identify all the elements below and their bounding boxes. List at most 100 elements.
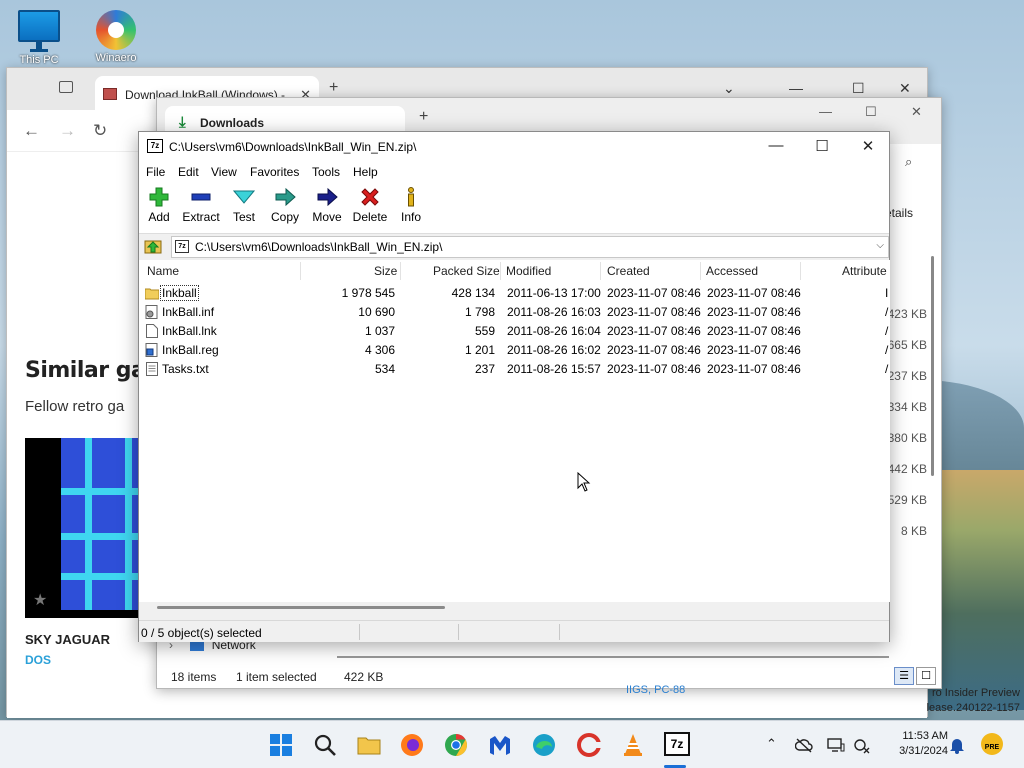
game-title[interactable]: SKY JAGUAR [25,632,110,647]
cloud-offline-icon[interactable] [795,737,813,753]
column-name[interactable]: Name [147,264,179,278]
chevron-down-icon[interactable]: ⌄ [723,80,735,97]
column-accessed[interactable]: Accessed [706,264,758,278]
new-tab-button[interactable]: + [329,79,338,97]
table-row[interactable]: InkBall.lnk 1 037 559 2011-08-26 16:04 2… [139,322,890,341]
move-arrow-icon [305,186,349,208]
column-modified[interactable]: Modified [506,264,551,278]
chrome-icon[interactable] [444,733,468,757]
file-modified: 2011-08-26 15:57 [507,362,601,376]
new-tab-button[interactable]: + [419,108,428,126]
maximize-button[interactable]: ☐ [852,80,865,97]
network-disconnected-icon[interactable] [853,738,871,754]
malwarebytes-icon[interactable] [488,733,512,757]
minimize-button[interactable]: — [819,104,832,119]
vertical-scrollbar[interactable] [931,256,934,476]
display-icon[interactable] [827,737,845,753]
chevron-down-icon[interactable]: ⌵ [876,240,884,251]
start-windows-icon[interactable] [269,733,293,757]
desktop-icon-this-pc[interactable]: This PC [9,10,69,66]
menu-file[interactable]: File [146,165,165,179]
path-combobox[interactable]: 7z C:\Users\vm6\Downloads\InkBall_Win_EN… [171,236,889,258]
file-packed-size: 428 134 [451,286,495,300]
column-size[interactable]: Size [374,264,397,278]
copy-button[interactable]: Copy [263,186,307,224]
file-explorer-icon[interactable] [357,733,381,757]
file-modified: 2011-08-26 16:02 [507,343,601,357]
refresh-icon[interactable]: ↻ [93,121,107,141]
table-row[interactable]: Tasks.txt 534 237 2011-08-26 15:57 2023-… [139,360,890,379]
test-button[interactable]: Test [222,186,266,224]
partial-platform-text: IIGS, PC-88 [626,684,686,696]
taskbar: 7z ⌃ 11:53 AM 3/31/2024 PRE [0,720,1024,768]
search-icon[interactable] [313,733,337,757]
badge-text: PRE [984,744,1000,751]
file-accessed: 2023-11-07 08:46 [707,343,801,357]
copy-arrow-icon [263,186,307,208]
tab-favicon-icon [103,88,117,100]
column-attributes[interactable]: Attribute [842,264,887,278]
menu-help[interactable]: Help [353,165,378,179]
move-button[interactable]: Move [305,186,349,224]
file-accessed: 2023-11-07 08:46 [707,286,801,300]
menu-favorites[interactable]: Favorites [250,165,299,179]
tab-actions-icon[interactable] [59,81,73,93]
file-name: Tasks.txt [162,362,209,376]
status-selection: 1 item selected [236,670,317,684]
details-view-icon[interactable]: ☰ [894,667,914,685]
star-icon[interactable]: ★ [33,590,47,610]
maximize-button[interactable]: ☐ [807,137,837,155]
table-row[interactable]: InkBall.reg 4 306 1 201 2011-08-26 16:02… [139,341,890,360]
notification-bell-icon[interactable] [949,736,965,754]
column-created[interactable]: Created [607,264,650,278]
info-button[interactable]: Info [389,186,433,224]
move-label: Move [312,210,342,224]
menu-view[interactable]: View [211,165,237,179]
file-modified: 2011-06-13 17:00 [507,286,601,300]
minimize-button[interactable]: — [789,80,803,96]
maximize-button[interactable]: ☐ [865,104,877,120]
desktop-icon-winaero[interactable]: Winaero [86,10,146,64]
file-created: 2023-11-07 08:46 [607,286,701,300]
file-size: 1 978 545 [341,286,395,300]
add-button[interactable]: Add [137,186,181,224]
folder-up-icon[interactable] [144,238,162,254]
horizontal-scrollbar[interactable] [157,606,445,609]
sevenzip-taskbar-icon[interactable]: 7z [664,732,690,756]
watermark-line: ro Insider Preview [931,687,1020,699]
column-packed-size[interactable]: Packed Size [433,264,500,278]
edge-icon[interactable] [532,733,556,757]
file-packed-size: 559 [474,324,495,338]
text-file-icon [146,362,158,376]
close-button[interactable]: ✕ [853,137,883,155]
menu-edit[interactable]: Edit [178,165,199,179]
status-size: 422 KB [344,670,384,684]
explorer-statusbar: 18 items 1 item selected 422 KB [157,666,941,690]
forward-arrow-icon[interactable]: → [59,121,76,141]
game-thumbnail[interactable]: ★ [25,438,145,618]
vlc-icon[interactable] [621,733,645,757]
close-button[interactable]: ✕ [899,80,911,97]
extract-button[interactable]: Extract [179,186,223,224]
system-clock[interactable]: 11:53 AM 3/31/2024 [880,729,948,759]
table-row[interactable]: InkBall.inf 10 690 1 798 2011-08-26 16:0… [139,303,890,322]
tiles-view-icon[interactable]: ☐ [916,667,936,685]
table-row[interactable]: Inkball 1 978 545 428 134 2011-06-13 17:… [139,284,890,303]
close-button[interactable]: ✕ [911,104,922,120]
insider-pre-badge[interactable]: PRE [981,733,1003,755]
minimize-button[interactable]: — [761,137,791,154]
back-arrow-icon[interactable]: ← [23,121,40,141]
watermark-line: lease.240122-1157 [926,702,1020,714]
file-attributes: / [885,305,889,319]
search-icon[interactable]: ⌕ [905,154,912,170]
explorer-tab-title: Downloads [200,116,265,130]
ccleaner-icon[interactable] [577,733,601,757]
path-input[interactable]: C:\Users\vm6\Downloads\InkBall_Win_EN.zi… [195,240,442,254]
horizontal-scrollbar[interactable] [337,656,889,658]
delete-button[interactable]: Delete [348,186,392,224]
game-platform[interactable]: DOS [25,653,51,667]
firefox-icon[interactable] [400,733,424,757]
delete-label: Delete [352,210,388,224]
menu-tools[interactable]: Tools [312,165,340,179]
chevron-up-icon[interactable]: ⌃ [766,736,777,752]
